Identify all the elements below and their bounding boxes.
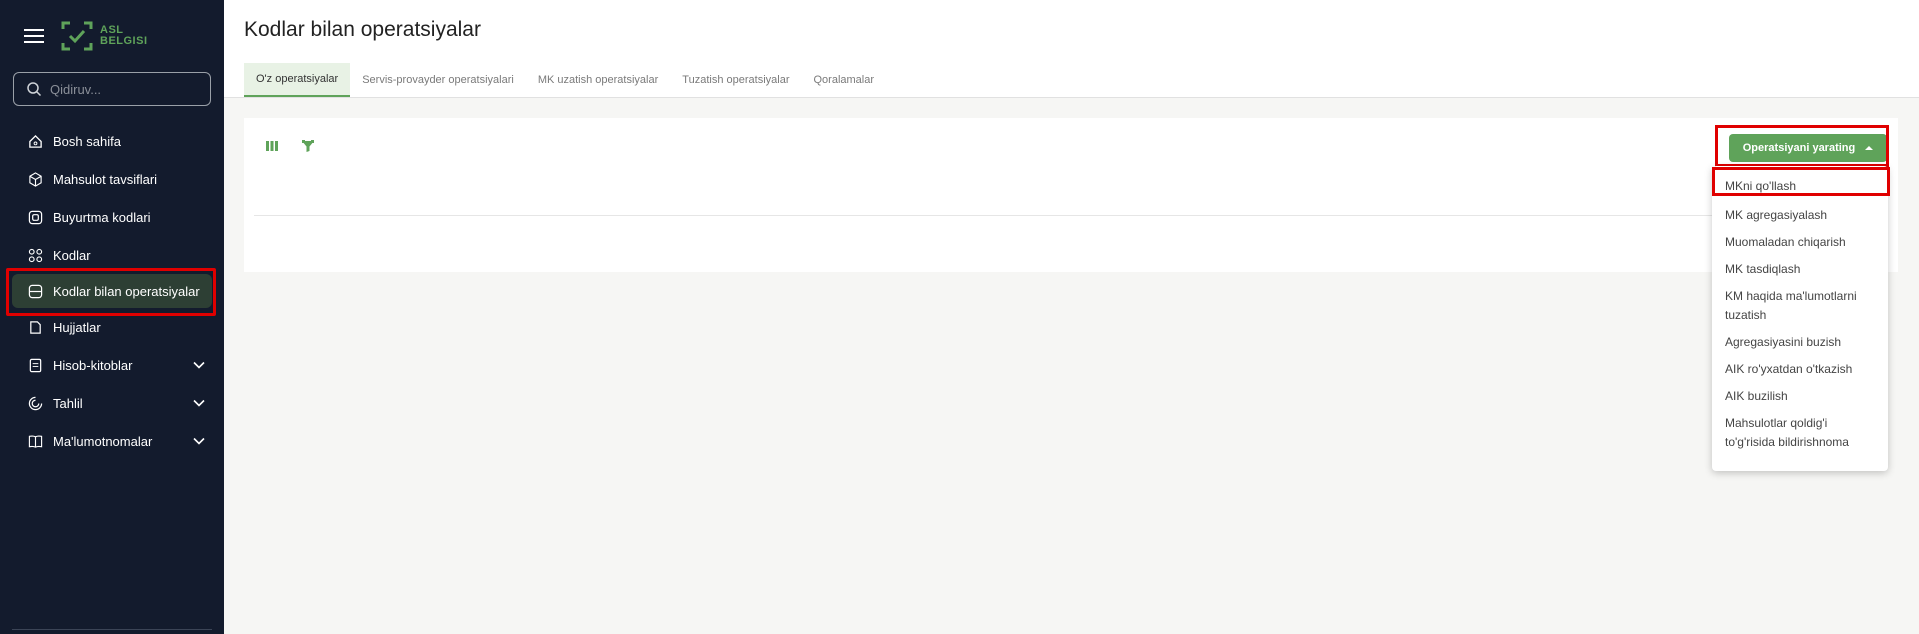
sidebar-item-label: Hisob-kitoblar [53, 357, 133, 373]
report-icon [27, 357, 43, 373]
create-operation-label: Operatsiyani yarating [1742, 142, 1856, 154]
sidebar-item-analysis[interactable]: Tahlil [0, 384, 224, 422]
operations-card [244, 118, 1898, 272]
menu-item-confirm-mk[interactable]: MK tasdiqlash [1712, 256, 1888, 283]
tab-correction-operations[interactable]: Tuzatish operatsiyalar [670, 63, 801, 97]
sidebar-item-order-codes[interactable]: Buyurtma kodlari [0, 198, 224, 236]
sidebar-item-codes[interactable]: Kodlar [0, 236, 224, 274]
menu-item-stock-notification[interactable]: Mahsulotlar qoldig'i to'g'risida bildiri… [1712, 410, 1888, 456]
menu-item-withdraw-from-circulation[interactable]: Muomaladan chiqarish [1712, 229, 1888, 256]
chart-icon [27, 395, 43, 411]
logo-line2: BELGISI [100, 35, 148, 47]
operations-icon [27, 283, 43, 299]
menu-item-correct-km-data[interactable]: KM haqida ma'lumotlarni tuzatish [1712, 283, 1888, 329]
sidebar-item-label: Kodlar bilan operatsiyalar [53, 283, 200, 299]
logo-text: ASL BELGISI [100, 25, 148, 47]
filter-icon[interactable] [300, 138, 316, 154]
sidebar-item-product-descriptions[interactable]: Mahsulot tavsiflari [0, 160, 224, 198]
chevron-down-icon[interactable] [192, 396, 206, 410]
sidebar-divider [12, 629, 212, 630]
chevron-down-icon[interactable] [192, 358, 206, 372]
sidebar-item-documents[interactable]: Hujjatlar [0, 308, 224, 346]
search-input[interactable] [48, 80, 198, 98]
sidebar-item-reports[interactable]: Hisob-kitoblar [0, 346, 224, 384]
sidebar-item-label: Mahsulot tavsiflari [53, 171, 158, 187]
menu-item-break-aggregation[interactable]: Agregasiyasini buzish [1712, 329, 1888, 356]
sidebar: ASL BELGISI Bosh sahifa Mahsulot tavsifl… [0, 0, 224, 634]
menu-item-apply-mk[interactable]: MKni qo'llash [1712, 170, 1888, 202]
sidebar-item-label: Buyurtma kodlari [53, 209, 151, 225]
chevron-down-icon[interactable] [192, 434, 206, 448]
sidebar-item-label: Hujjatlar [53, 319, 101, 335]
main-area: Kodlar bilan operatsiyalar O'z operatsiy… [224, 0, 1919, 634]
page-title: Kodlar bilan operatsiyalar [244, 18, 481, 41]
sidebar-item-home[interactable]: Bosh sahifa [0, 122, 224, 160]
home-icon [27, 133, 43, 149]
create-operation-menu: MKni qo'llash MK agregasiyalash Muomalad… [1712, 166, 1888, 471]
search-box[interactable] [13, 72, 211, 106]
menu-item-aggregate-mk[interactable]: MK agregasiyalash [1712, 202, 1888, 229]
sidebar-item-code-operations[interactable]: Kodlar bilan operatsiyalar [12, 274, 212, 308]
create-operation-button[interactable]: Operatsiyani yarating [1729, 134, 1887, 162]
sidebar-item-label: Bosh sahifa [53, 133, 121, 149]
caret-up-icon [1865, 146, 1874, 150]
logo[interactable]: ASL BELGISI [60, 19, 148, 53]
search-icon [27, 82, 42, 97]
codes-icon [27, 247, 43, 263]
sidebar-item-label: Ma'lumotnomalar [53, 433, 153, 449]
hamburger-menu-icon[interactable] [24, 29, 44, 43]
tab-own-operations[interactable]: O'z operatsiyalar [244, 63, 351, 97]
columns-icon[interactable] [264, 138, 280, 154]
table-tools [264, 138, 316, 154]
tab-drafts[interactable]: Qoralamalar [801, 63, 886, 97]
tab-service-provider-operations[interactable]: Servis-provayder operatsiyalari [350, 63, 526, 97]
qrcode-icon [27, 209, 43, 225]
menu-item-register-aik[interactable]: AIK ro'yxatdan o'tkazish [1712, 356, 1888, 383]
tabs: O'z operatsiyalar Servis-provayder opera… [244, 63, 886, 97]
table-divider [254, 215, 1888, 216]
sidebar-item-label: Kodlar [53, 247, 91, 263]
sidebar-nav: Bosh sahifa Mahsulot tavsiflari Buyurtma… [0, 122, 224, 460]
book-icon [27, 433, 43, 449]
page-header: Kodlar bilan operatsiyalar O'z operatsiy… [224, 0, 1919, 98]
menu-item-break-aik[interactable]: AIK buzilish [1712, 383, 1888, 410]
cube-icon [27, 171, 43, 187]
sidebar-item-label: Tahlil [53, 395, 83, 411]
sidebar-item-references[interactable]: Ma'lumotnomalar [0, 422, 224, 460]
tab-transfer-operations[interactable]: MK uzatish operatsiyalar [526, 63, 670, 97]
logo-mark-icon [61, 21, 93, 51]
document-icon [27, 319, 43, 335]
sidebar-header: ASL BELGISI [0, 0, 224, 72]
